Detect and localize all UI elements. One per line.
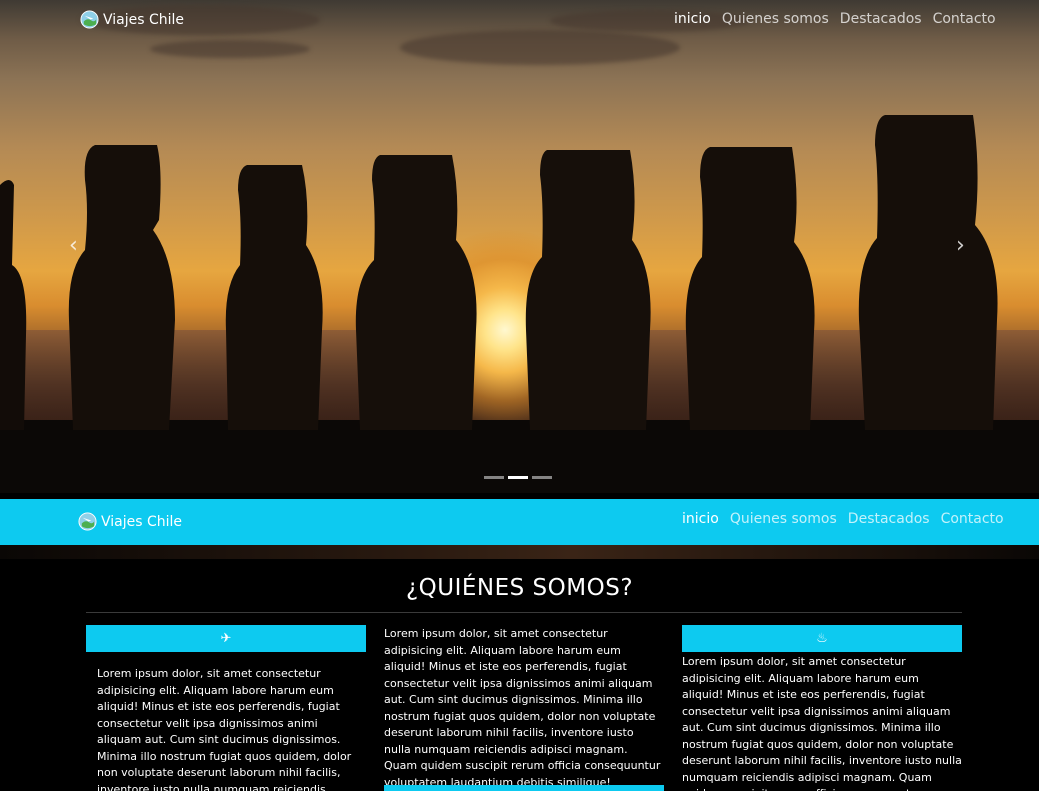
section-title: ¿QUIÉNES SOMOS? [405, 575, 634, 601]
cloud [150, 40, 310, 58]
chevron-left-icon[interactable]: ‹ [69, 233, 78, 258]
nav-link-quienes-somos[interactable]: Quienes somos [722, 11, 829, 27]
col2-icon-bar [384, 785, 664, 791]
carousel-indicators [484, 476, 552, 479]
nav-link-inicio[interactable]: inicio [682, 511, 719, 527]
brand-name: Viajes Chile [103, 11, 185, 28]
carousel-indicator[interactable] [532, 476, 552, 479]
hero-nav-menu: inicio Quienes somos Destacados Contacto [674, 11, 996, 27]
globe-travel-icon [80, 10, 99, 29]
about-col1-text: Lorem ipsum dolor, sit amet consectetur … [97, 667, 352, 791]
hero-navbar: Viajes Chile inicio Quienes somos Destac… [0, 0, 1039, 40]
brand-name: Viajes Chile [101, 513, 183, 530]
main-nav-menu: inicio Quienes somos Destacados Contacto [682, 511, 1004, 527]
about-col3-text: Lorem ipsum dolor, sit amet consectetur … [682, 655, 962, 791]
globe-travel-icon [78, 512, 97, 531]
nav-link-contacto[interactable]: Contacto [941, 511, 1004, 527]
chevron-right-icon[interactable]: › [956, 233, 965, 258]
nav-link-inicio[interactable]: inicio [674, 11, 711, 27]
brand-link[interactable]: Viajes Chile [78, 512, 182, 531]
brand-link[interactable]: Viajes Chile [80, 10, 184, 29]
pool-icon: ♨ [816, 631, 828, 646]
airplane-icon: ✈ [220, 631, 232, 646]
carousel-indicator[interactable] [484, 476, 504, 479]
about-col2-text: Lorem ipsum dolor, sit amet consectetur … [384, 627, 661, 789]
decorative-strip [0, 545, 1039, 559]
hero-carousel: Viajes Chile inicio Quienes somos Destac… [0, 0, 1039, 493]
main-navbar: Viajes Chile inicio Quienes somos Destac… [0, 499, 1039, 545]
pool-icon-bar: ♨ [682, 625, 962, 652]
airplane-icon-bar: ✈ [86, 625, 366, 652]
divider [86, 612, 962, 613]
nav-link-contacto[interactable]: Contacto [933, 11, 996, 27]
nav-link-quienes-somos[interactable]: Quienes somos [730, 511, 837, 527]
nav-link-destacados[interactable]: Destacados [848, 511, 930, 527]
nav-link-destacados[interactable]: Destacados [840, 11, 922, 27]
carousel-indicator-active[interactable] [508, 476, 528, 479]
